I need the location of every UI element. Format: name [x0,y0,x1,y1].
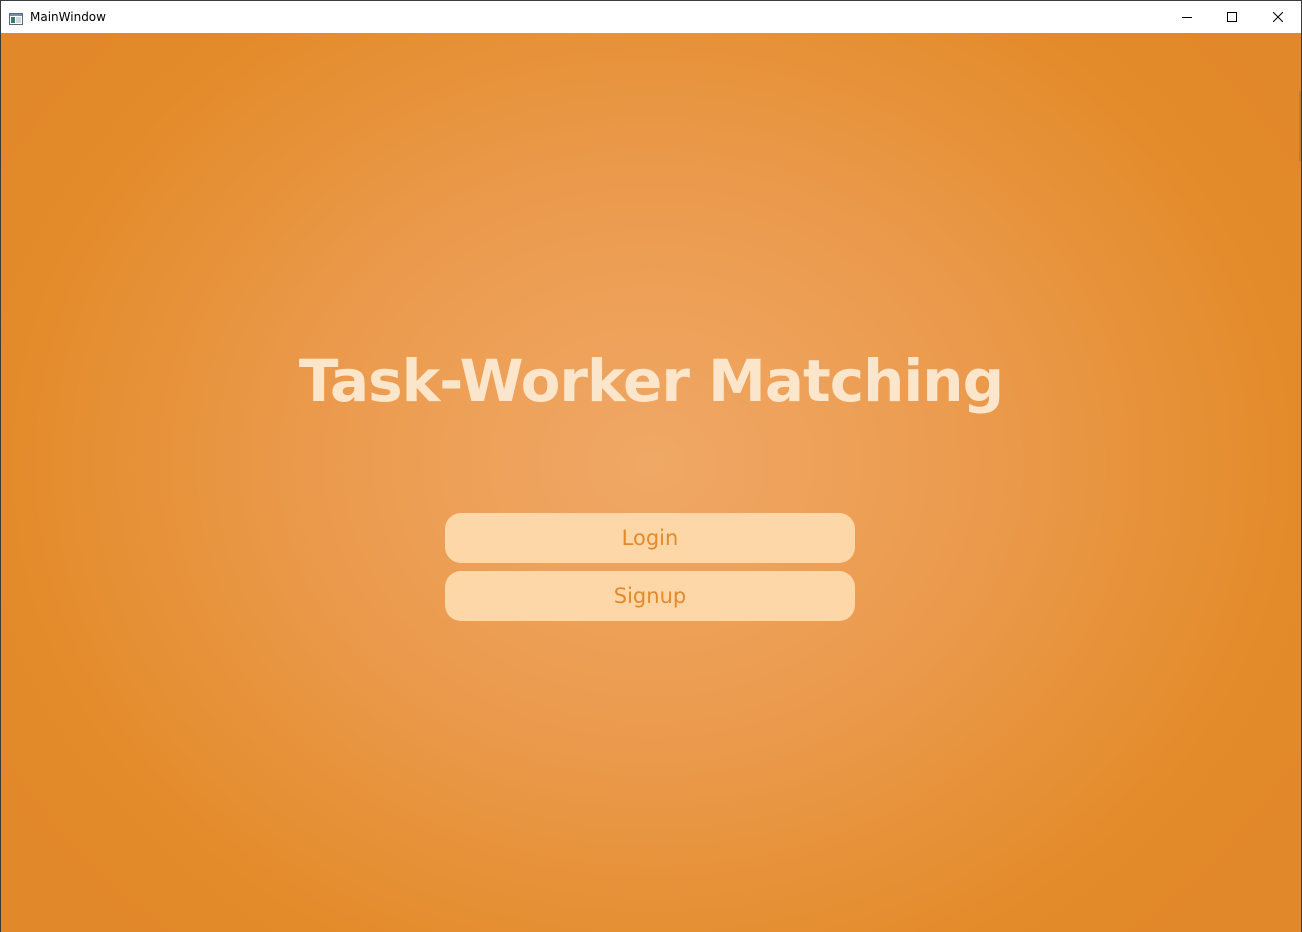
app-window-icon [9,10,23,25]
title-bar[interactable]: MainWindow [1,1,1301,32]
welcome-panel: Task-Worker Matching Login Signup [1,33,1301,932]
window-edge-shadow [1299,91,1301,161]
signup-button[interactable]: Signup [445,571,855,621]
page-title: Task-Worker Matching [298,347,1004,415]
minimize-button[interactable] [1164,1,1210,32]
window-title: MainWindow [30,10,106,24]
close-button[interactable] [1255,1,1301,32]
maximize-icon [1227,11,1237,22]
close-icon [1273,11,1283,22]
login-button[interactable]: Login [445,513,855,563]
main-window: MainWindow Task-Worker Matching Login Si… [0,0,1302,932]
minimize-icon [1182,16,1192,18]
maximize-button[interactable] [1209,1,1255,32]
